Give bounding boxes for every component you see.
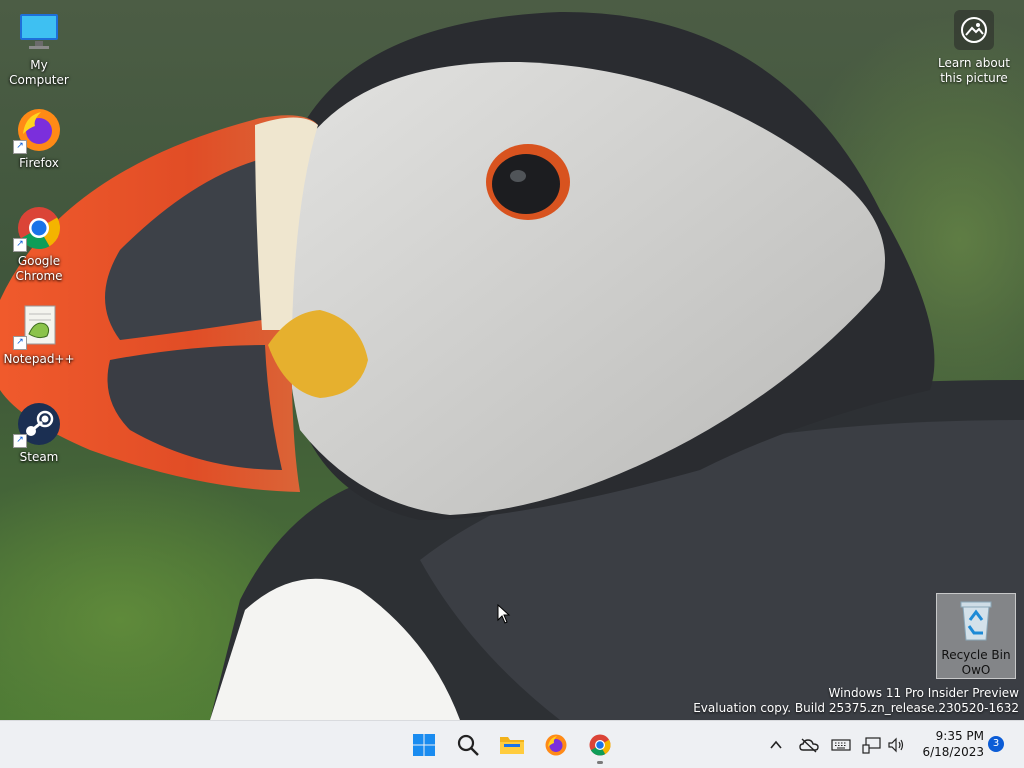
camera-icon xyxy=(954,10,994,50)
recycle-bin-icon xyxy=(952,596,1000,644)
evaluation-watermark: Windows 11 Pro Insider Preview Evaluatio… xyxy=(693,686,1019,716)
monitor-icon xyxy=(15,8,63,56)
notepadpp-icon: ↗ xyxy=(13,302,63,350)
firefox-icon: ↗ xyxy=(13,106,63,154)
shortcut-arrow-icon: ↗ xyxy=(13,140,27,154)
desktop-icon-google-chrome[interactable]: ↗ Google Chrome xyxy=(1,204,77,284)
steam-icon: ↗ xyxy=(13,400,63,448)
taskbar-chrome-button[interactable] xyxy=(580,725,620,765)
search-button[interactable] xyxy=(448,725,488,765)
folder-icon xyxy=(500,737,524,754)
taskbar-firefox-button[interactable] xyxy=(536,725,576,765)
learn-about-this-picture[interactable]: Learn about this picture xyxy=(928,10,1020,86)
volume-icon xyxy=(888,737,904,753)
network-icon xyxy=(862,737,881,754)
notification-badge[interactable]: 3 xyxy=(988,736,1004,752)
desktop-icon-label: Notepad++ xyxy=(3,352,75,366)
shortcut-arrow-icon: ↗ xyxy=(13,336,27,350)
desktop-icon-label: My Computer xyxy=(9,58,69,87)
desktop-icon-my-computer[interactable]: My Computer xyxy=(1,8,77,88)
onedrive-offline-icon xyxy=(799,738,819,753)
wallpaper-puffin xyxy=(0,11,1024,720)
watermark-line2: Evaluation copy. Build 25375.zn_release.… xyxy=(693,701,1019,715)
desktop[interactable]: My Computer ↗ Firefox ↗ Google Chrome ↗ … xyxy=(0,0,1024,720)
keyboard-icon xyxy=(831,739,851,751)
chrome-icon xyxy=(589,734,611,756)
onedrive-button[interactable] xyxy=(797,733,821,757)
start-button[interactable] xyxy=(404,725,444,765)
watermark-line1: Windows 11 Pro Insider Preview xyxy=(828,686,1019,700)
chrome-icon: ↗ xyxy=(13,204,63,252)
windows-logo-icon xyxy=(413,734,435,756)
recycle-bin-label-2: OwO xyxy=(961,663,991,677)
firefox-icon xyxy=(545,734,567,756)
clock-time: 9:35 PM xyxy=(935,729,984,743)
network-button[interactable] xyxy=(860,733,884,757)
touch-keyboard-button[interactable] xyxy=(829,733,853,757)
recycle-bin-label-1: Recycle Bin xyxy=(941,648,1011,662)
learn-about-line1: Learn about xyxy=(938,56,1010,70)
desktop-icon-recycle-bin[interactable]: Recycle Bin OwO xyxy=(936,593,1016,679)
desktop-icon-notepadpp[interactable]: ↗ Notepad++ xyxy=(1,302,77,367)
shortcut-arrow-icon: ↗ xyxy=(13,238,27,252)
desktop-icon-label: Firefox xyxy=(19,156,59,170)
desktop-icon-label: Google Chrome xyxy=(15,254,63,283)
volume-button[interactable] xyxy=(884,733,908,757)
chevron-up-icon xyxy=(770,740,782,749)
taskbar xyxy=(0,720,1024,768)
show-hidden-icons-button[interactable] xyxy=(764,733,788,757)
desktop-icon-label: Steam xyxy=(19,450,59,464)
desktop-icon-steam[interactable]: ↗ Steam xyxy=(1,400,77,465)
clock[interactable]: 9:35 PM 6/18/2023 xyxy=(914,728,984,760)
mouse-cursor-icon xyxy=(497,604,511,624)
clock-date: 6/18/2023 xyxy=(922,745,984,759)
search-icon xyxy=(457,734,479,756)
learn-about-line2: this picture xyxy=(940,71,1008,85)
file-explorer-button[interactable] xyxy=(492,725,532,765)
desktop-icon-firefox[interactable]: ↗ Firefox xyxy=(1,106,77,171)
shortcut-arrow-icon: ↗ xyxy=(13,434,27,448)
